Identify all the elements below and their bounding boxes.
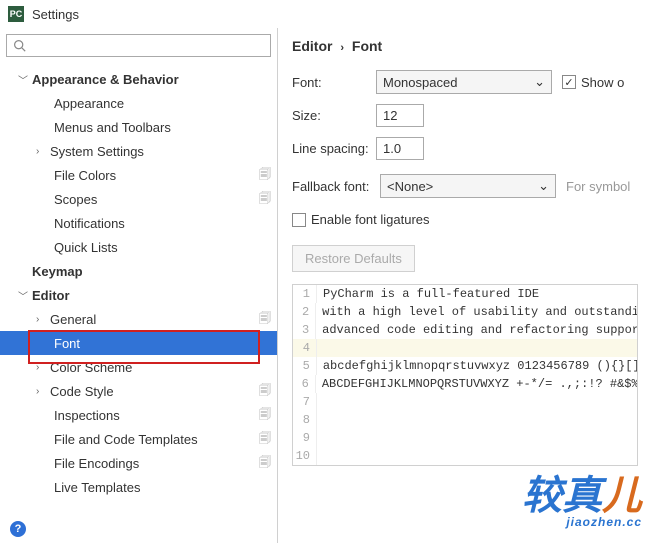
font-label: Font: (292, 75, 376, 90)
chevron-down-icon: ﹀ (18, 288, 30, 303)
scope-icon: 🗐 (259, 165, 271, 186)
watermark: 较真儿 jiaozhen.cc (522, 463, 642, 529)
tree-keymap[interactable]: Keymap (0, 259, 277, 283)
tree-code-style[interactable]: ›Code Style🗐 (0, 379, 277, 403)
font-select[interactable]: Monospaced ⌄ (376, 70, 552, 94)
search-input[interactable] (6, 34, 271, 57)
scope-icon: 🗐 (259, 189, 271, 210)
show-only-checkbox[interactable]: ✓ Show o (562, 75, 624, 90)
font-preview: 1PyCharm is a full-featured IDE 2with a … (292, 284, 638, 466)
window-title: Settings (32, 7, 79, 22)
search-field[interactable] (30, 38, 264, 53)
titlebar: PC Settings (0, 0, 650, 28)
help-icon[interactable]: ? (10, 521, 26, 537)
tree-menus-toolbars[interactable]: Menus and Toolbars (0, 115, 277, 139)
app-icon: PC (8, 6, 24, 22)
tree-system-settings[interactable]: ›System Settings (0, 139, 277, 163)
tree-editor[interactable]: ﹀Editor (0, 283, 277, 307)
tree-font[interactable]: Font (0, 331, 277, 355)
scope-icon: 🗐 (259, 405, 271, 426)
chevron-right-icon: › (36, 314, 48, 325)
spacing-input[interactable]: 1.0 (376, 137, 424, 160)
settings-tree: ﹀Appearance & Behavior Appearance Menus … (0, 63, 277, 515)
tree-inspections[interactable]: Inspections🗐 (0, 403, 277, 427)
chevron-down-icon: ⌄ (534, 74, 545, 90)
tree-file-colors[interactable]: File Colors🗐 (0, 163, 277, 187)
tree-live-templates[interactable]: Live Templates (0, 475, 277, 499)
scope-icon: 🗐 (259, 381, 271, 402)
chevron-right-icon: › (36, 362, 48, 373)
size-input[interactable]: 12 (376, 104, 424, 127)
restore-defaults-button: Restore Defaults (292, 245, 415, 272)
search-icon (13, 39, 26, 52)
tree-file-code-templates[interactable]: File and Code Templates🗐 (0, 427, 277, 451)
tree-color-scheme[interactable]: ›Color Scheme (0, 355, 277, 379)
checkbox-icon (292, 213, 306, 227)
chevron-right-icon: › (36, 146, 48, 157)
tree-scopes[interactable]: Scopes🗐 (0, 187, 277, 211)
ligatures-checkbox[interactable]: Enable font ligatures (292, 212, 430, 227)
chevron-right-icon: › (340, 42, 344, 54)
spacing-label: Line spacing: (292, 141, 376, 156)
tree-file-encodings[interactable]: File Encodings🗐 (0, 451, 277, 475)
chevron-down-icon: ⌄ (538, 178, 549, 194)
tree-appearance[interactable]: Appearance (0, 91, 277, 115)
chevron-right-icon: › (36, 386, 48, 397)
scope-icon: 🗐 (259, 429, 271, 450)
checkbox-icon: ✓ (562, 75, 576, 89)
fallback-select[interactable]: <None> ⌄ (380, 174, 556, 198)
sidebar: ﹀Appearance & Behavior Appearance Menus … (0, 28, 278, 543)
scope-icon: 🗐 (259, 309, 271, 330)
size-label: Size: (292, 108, 376, 123)
tree-general[interactable]: ›General🗐 (0, 307, 277, 331)
breadcrumb: Editor › Font (292, 38, 650, 54)
fallback-hint: For symbol (566, 179, 630, 194)
fallback-label: Fallback font: (292, 179, 380, 194)
tree-notifications[interactable]: Notifications (0, 211, 277, 235)
chevron-down-icon: ﹀ (18, 72, 30, 87)
scope-icon: 🗐 (259, 453, 271, 474)
tree-appearance-behavior[interactable]: ﹀Appearance & Behavior (0, 67, 277, 91)
tree-quick-lists[interactable]: Quick Lists (0, 235, 277, 259)
